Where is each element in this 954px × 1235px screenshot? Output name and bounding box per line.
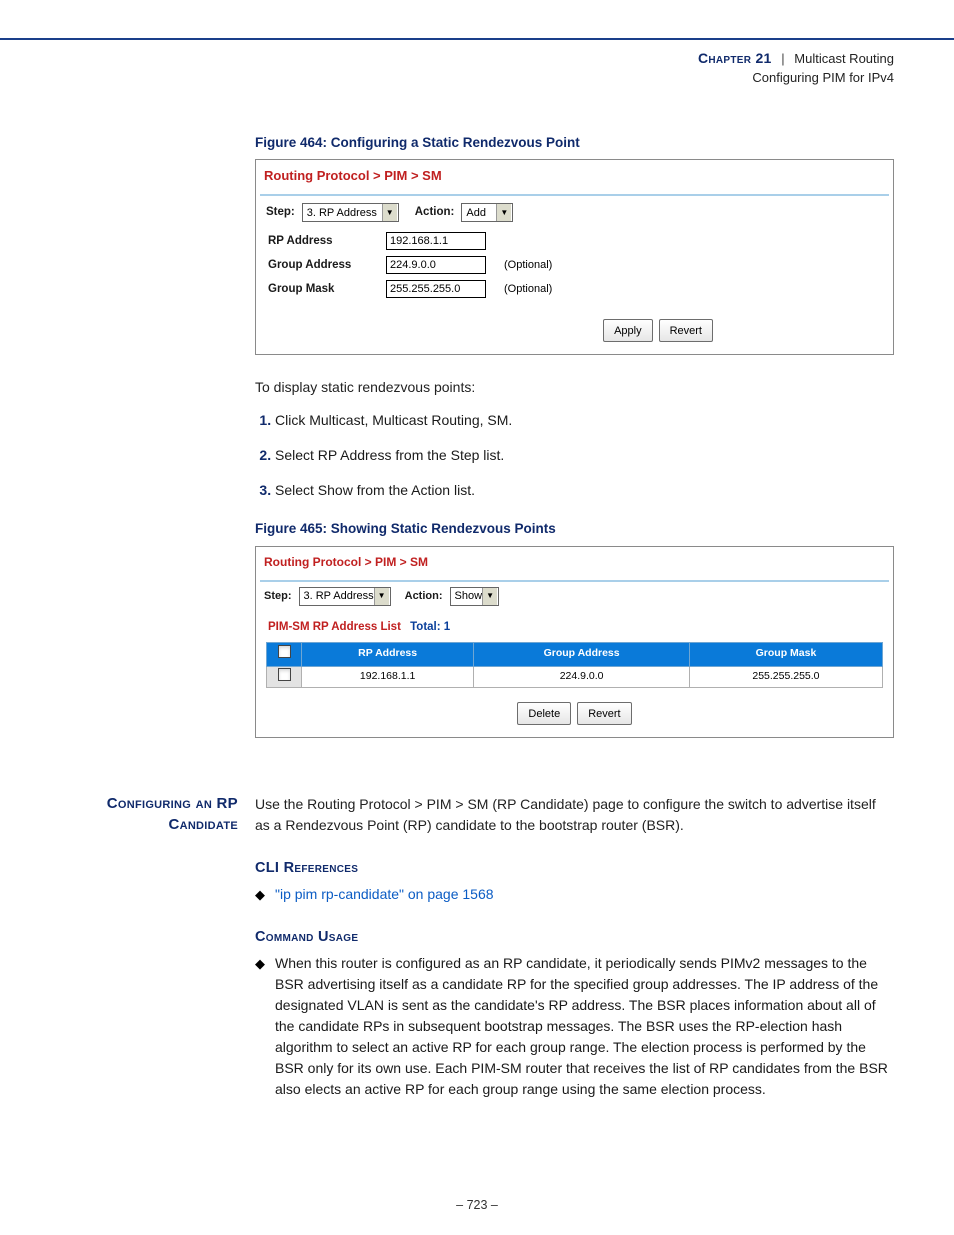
chapter-title: Multicast Routing [794,51,894,66]
rp-list-total: Total: 1 [410,621,450,633]
table-row: 192.168.1.1 224.9.0.0 255.255.255.0 [267,666,883,688]
cli-link[interactable]: "ip pim rp-candidate" on page 1568 [275,884,494,905]
rp-address-label: RP Address [268,233,386,250]
figure-464-caption: Figure 464: Configuring a Static Rendezv… [255,133,894,153]
action-select[interactable]: Show ▼ [450,587,500,606]
revert-button[interactable]: Revert [659,319,713,342]
step-label: Step: [266,204,295,221]
list-item: Click Multicast, Multicast Routing, SM. [275,410,894,431]
header-sep: | [781,51,784,66]
chevron-down-icon: ▼ [496,204,511,221]
checkbox-icon [278,668,291,681]
breadcrumb: Routing Protocol > PIM > SM [256,547,893,574]
bullet-icon: ◆ [255,884,265,904]
checkbox-icon [278,645,291,658]
col-group-mask: Group Mask [689,642,882,666]
cell-group-mask: 255.255.255.0 [689,666,882,688]
action-label: Action: [405,588,443,605]
display-steps-list: Click Multicast, Multicast Routing, SM. … [255,410,894,501]
display-instruction: To display static rendezvous points: [255,377,894,398]
cell-rp-address: 192.168.1.1 [302,666,474,688]
page-number: – 723 – [0,1196,954,1215]
step-select-value: 3. RP Address [304,588,374,605]
chevron-down-icon: ▼ [374,588,389,605]
cli-references-heading: CLI References [255,858,894,880]
select-all-header[interactable] [267,642,302,666]
apply-button[interactable]: Apply [603,319,653,342]
action-label: Action: [415,204,455,221]
delete-button[interactable]: Delete [517,702,571,725]
group-address-label: Group Address [268,257,386,274]
command-usage-text: When this router is configured as an RP … [275,953,894,1100]
group-mask-label: Group Mask [268,281,386,298]
rp-candidate-sidetitle: Configuring an RP Candidate [60,794,238,835]
chapter-label: Chapter 21 [698,50,772,66]
table-header-row: RP Address Group Address Group Mask [267,642,883,666]
chevron-down-icon: ▼ [382,204,397,221]
action-select-value: Show [455,588,483,605]
chevron-down-icon: ▼ [482,588,497,605]
rp-address-table: RP Address Group Address Group Mask 192.… [266,642,883,689]
revert-button[interactable]: Revert [577,702,631,725]
figure-465-panel: Routing Protocol > PIM > SM Step: 3. RP … [255,546,894,739]
step-select[interactable]: 3. RP Address ▼ [302,203,399,222]
list-item: Select Show from the Action list. [275,480,894,501]
col-rp-address: RP Address [302,642,474,666]
rp-address-input[interactable] [386,232,486,250]
step-select-value: 3. RP Address [307,205,377,222]
step-label: Step: [264,588,292,605]
command-usage-heading: Command Usage [255,927,894,949]
page-header: Chapter 21 | Multicast Routing Configuri… [60,48,894,88]
step-select[interactable]: 3. RP Address ▼ [299,587,391,606]
group-address-note: (Optional) [504,257,552,274]
col-group-address: Group Address [474,642,690,666]
rp-list-title: PIM-SM RP Address List [268,621,401,633]
action-select[interactable]: Add ▼ [461,203,513,222]
cell-group-address: 224.9.0.0 [474,666,690,688]
group-mask-note: (Optional) [504,281,552,298]
figure-464-panel: Routing Protocol > PIM > SM Step: 3. RP … [255,159,894,356]
bullet-icon: ◆ [255,953,265,973]
row-select-cell[interactable] [267,666,302,688]
list-item: Select RP Address from the Step list. [275,445,894,466]
action-select-value: Add [466,205,486,222]
chapter-subtitle: Configuring PIM for IPv4 [752,70,894,85]
group-address-input[interactable] [386,256,486,274]
figure-465-caption: Figure 465: Showing Static Rendezvous Po… [255,519,894,539]
rp-candidate-intro: Use the Routing Protocol > PIM > SM (RP … [255,794,894,836]
group-mask-input[interactable] [386,280,486,298]
breadcrumb: Routing Protocol > PIM > SM [256,160,893,189]
